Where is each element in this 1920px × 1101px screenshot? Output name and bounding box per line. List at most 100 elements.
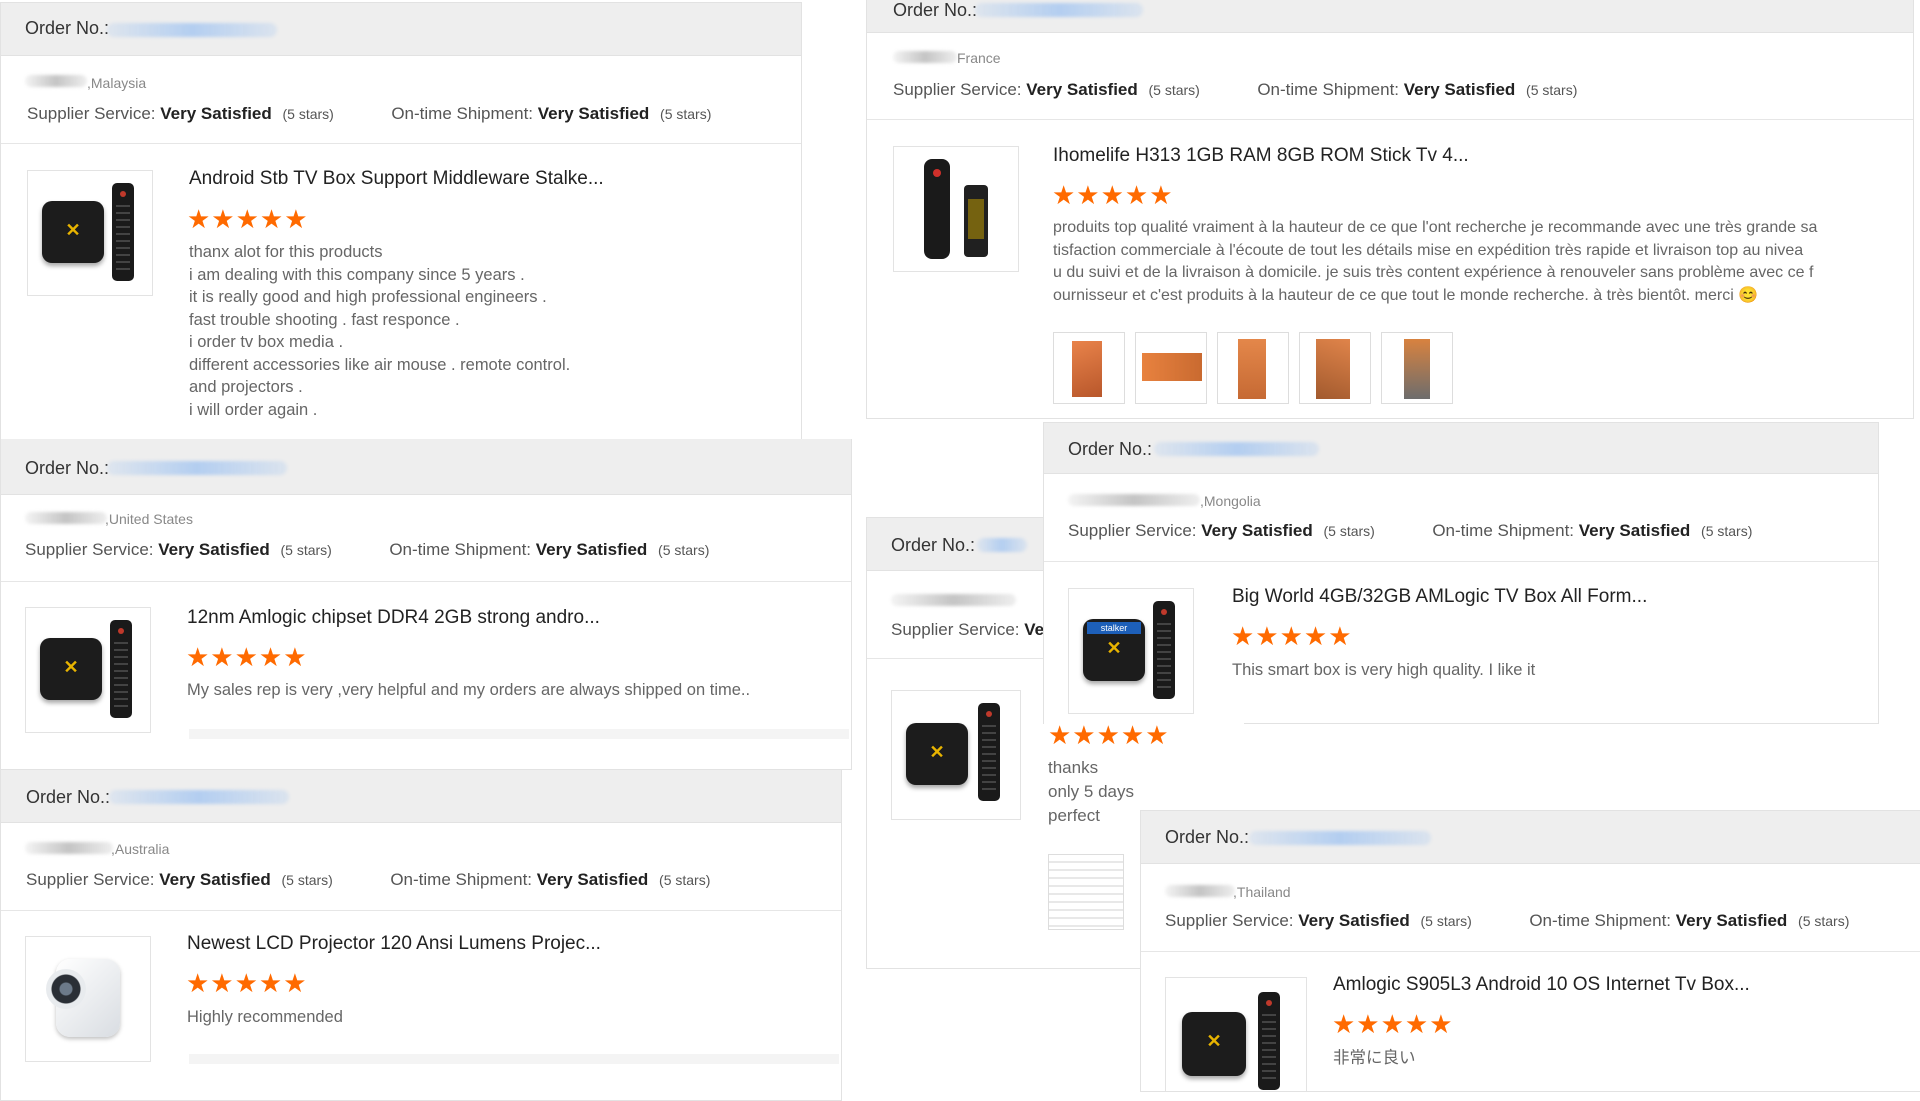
divider	[867, 119, 1913, 120]
order-bar: Order No.:	[1141, 811, 1920, 864]
shipment-stars: (5 stars)	[658, 542, 710, 558]
buyer-country: ,Thailand	[1233, 884, 1291, 900]
review-photo-2[interactable]	[1135, 332, 1207, 404]
product-title[interactable]: Ihomelife H313 1GB RAM 8GB ROM Stick Tv …	[1053, 145, 1469, 167]
order-no-label: Order No.:	[893, 0, 978, 20]
shipment-stars: (5 stars)	[660, 106, 712, 122]
service-ratings: Supplier Service: Very Satisfied (5 star…	[1068, 521, 1752, 541]
product-title[interactable]: Android Stb TV Box Support Middleware St…	[189, 168, 604, 190]
shipment-label: On-time Shipment:	[390, 870, 533, 889]
spacer-bar	[189, 729, 849, 739]
review-text: thanks only 5 days perfect	[1048, 758, 1134, 825]
product-thumbnail[interactable]: ✕	[25, 607, 151, 733]
buyer-name-redacted	[891, 594, 1016, 606]
product-title[interactable]: Big World 4GB/32GB AMLogic TV Box All Fo…	[1232, 586, 1647, 608]
shipment-label: On-time Shipment:	[1529, 911, 1672, 930]
supplier-service-value: Very Satisfied	[1201, 521, 1313, 540]
supplier-service-label: Supplier Service:	[27, 104, 156, 123]
buyer-country: ,United States	[105, 511, 193, 527]
tv-box-image: ✕	[40, 638, 102, 700]
buyer-name-redacted	[25, 75, 87, 87]
remote-image	[112, 183, 134, 281]
supplier-service-label: Supplier Service:	[25, 540, 154, 559]
order-no-label: Order No.:	[1165, 827, 1250, 847]
supplier-service-value: Very Satisfied	[159, 870, 271, 889]
buyer-name-redacted	[25, 512, 107, 524]
divider	[1141, 951, 1920, 952]
product-thumbnail[interactable]: ✕	[891, 690, 1021, 820]
product-thumbnail[interactable]	[25, 936, 151, 1062]
shipment-value: Very Satisfied	[535, 540, 648, 559]
review-photo-3[interactable]	[1217, 332, 1289, 404]
order-number-redacted	[109, 790, 289, 804]
supplier-service-value: Very Satisfied	[158, 540, 270, 559]
order-bar: Order No.:	[867, 0, 1913, 33]
review-text: This smart box is very high quality. I l…	[1232, 661, 1536, 679]
divider	[1, 910, 841, 911]
supplier-service-label: Supplier Service:	[891, 620, 1020, 639]
buyer-country: ,Mongolia	[1200, 493, 1261, 509]
remote-image	[1258, 992, 1280, 1090]
order-number-redacted	[1154, 442, 1319, 456]
buyer-name-redacted	[893, 51, 957, 63]
review-card-united-states: Order No.: ,United States Supplier Servi…	[0, 439, 852, 770]
product-thumbnail[interactable]	[893, 146, 1019, 272]
supplier-service-stars: (5 stars)	[282, 106, 334, 122]
product-thumbnail[interactable]: stalker ✕	[1068, 588, 1194, 714]
service-ratings: Supplier Service: Very Satisfied (5 star…	[1165, 911, 1849, 931]
order-no-label: Order No.:	[26, 787, 111, 807]
order-number-redacted	[977, 538, 1027, 552]
tv-box-image: ✕	[906, 723, 968, 785]
rating-stars: ★★★★★	[1332, 1009, 1454, 1039]
product-title[interactable]: Newest LCD Projector 120 Ansi Lumens Pro…	[187, 933, 601, 955]
review-text: thanx alot for this products i am dealin…	[189, 243, 571, 419]
supplier-service-stars: (5 stars)	[280, 542, 332, 558]
supplier-service-label: Supplier Service:	[893, 80, 1022, 99]
review-text: produits top qualité vraiment à la haute…	[1053, 219, 1818, 304]
review-photo-1[interactable]	[1053, 332, 1125, 404]
order-number-redacted	[107, 23, 277, 37]
order-bar: Order No.:	[1044, 423, 1878, 474]
order-no-label: Order No.:	[25, 458, 110, 478]
tv-box-image: stalker ✕	[1083, 619, 1145, 681]
review-photo-5[interactable]	[1381, 332, 1453, 404]
rating-stars: ★★★★★	[187, 204, 309, 234]
service-ratings: Supplier Service: Very Satisfied (5 star…	[893, 80, 1577, 100]
order-bar: Order No.:	[1, 770, 841, 823]
review-card-france: Order No.: France Supplier Service: Very…	[866, 0, 1914, 419]
review-photo-document[interactable]	[1048, 854, 1124, 930]
buyer-country: France	[957, 50, 1001, 66]
supplier-service-value: Very Satisfied	[1026, 80, 1138, 99]
product-title[interactable]: 12nm Amlogic chipset DDR4 2GB strong and…	[187, 607, 600, 629]
service-ratings: Supplier Service: Very Satisfied (5 star…	[25, 540, 709, 560]
service-ratings: Supplier Service: Very Satisfied (5 star…	[27, 104, 711, 124]
order-number-redacted	[975, 3, 1143, 17]
rating-stars: ★★★★★	[1048, 720, 1170, 750]
tv-box-image: ✕	[1182, 1012, 1246, 1076]
supplier-service-label: Supplier Service:	[1165, 911, 1294, 930]
product-thumbnail[interactable]: ✕	[27, 170, 153, 296]
supplier-service-value: Very Satisfied	[160, 104, 272, 123]
shipment-value: Very Satisfied	[1578, 521, 1691, 540]
product-title[interactable]: Amlogic S905L3 Android 10 OS Internet Tv…	[1333, 974, 1750, 996]
order-number-redacted	[107, 461, 287, 475]
supplier-service-stars: (5 stars)	[1323, 523, 1375, 539]
shipment-stars: (5 stars)	[659, 872, 711, 888]
review-card-australia: Order No.: ,Australia Supplier Service: …	[0, 770, 842, 1101]
order-number-redacted	[1249, 831, 1431, 845]
remote-image	[978, 703, 1000, 801]
divider	[1, 581, 851, 582]
order-no-label: Order No.:	[25, 18, 110, 38]
shipment-label: On-time Shipment:	[389, 540, 532, 559]
service-ratings: Supplier Service: Very Satisfied (5 star…	[26, 870, 710, 890]
shipment-label: On-time Shipment:	[1432, 521, 1575, 540]
shipment-label: On-time Shipment:	[1257, 80, 1400, 99]
product-thumbnail[interactable]: ✕	[1165, 977, 1307, 1091]
divider	[1, 143, 801, 144]
projector-lens	[46, 969, 86, 1009]
shipment-value: Very Satisfied	[536, 870, 649, 889]
shipment-stars: (5 stars)	[1526, 82, 1578, 98]
review-photo-4[interactable]	[1299, 332, 1371, 404]
service-ratings: Supplier Service: Ve	[891, 620, 1044, 640]
review-text: My sales rep is very ,very helpful and m…	[187, 681, 751, 699]
